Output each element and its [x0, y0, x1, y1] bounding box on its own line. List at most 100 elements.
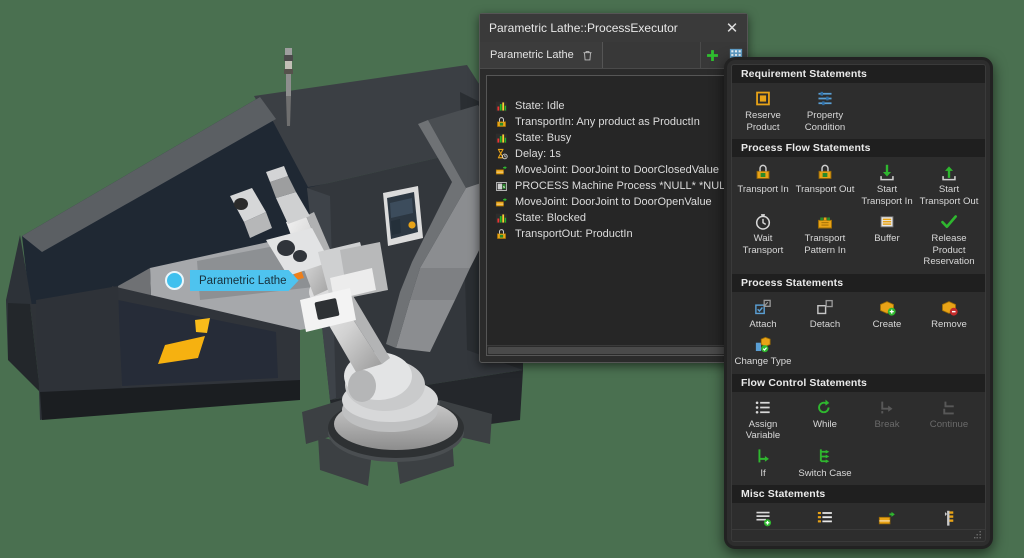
- statement-row[interactable]: MoveJoint: DoorJoint to DoorOpenValue: [487, 194, 740, 210]
- statement-text: TransportIn: Any product as ProductIn: [515, 116, 700, 128]
- start-transport-out-icon: [942, 166, 956, 181]
- svg-text:s: s: [503, 183, 505, 188]
- palette-group-grid: Attach Detach Create Remove Change Type: [732, 292, 985, 374]
- palette-item-label: Attach: [749, 318, 777, 330]
- palette-item-label: Release Product Reservation: [923, 233, 975, 267]
- palette-item-release-product-reservation[interactable]: Release Product Reservation: [918, 209, 980, 270]
- palette-item-label: Assign Variable: [745, 418, 781, 442]
- palette-item-transport-in[interactable]: Transport In: [732, 160, 794, 209]
- palette-item-if[interactable]: If: [732, 444, 794, 482]
- palette-group-header: Requirement Statements: [732, 65, 985, 83]
- palette-item-detach[interactable]: Detach: [794, 295, 856, 333]
- palette-item-wait-transport[interactable]: Wait Transport: [732, 209, 794, 270]
- palette-item-reserve-product[interactable]: Reserve Product: [732, 86, 794, 135]
- if-icon: [758, 448, 769, 462]
- transport-in-icon: [497, 116, 506, 127]
- transport-pattern-in-icon: [817, 217, 833, 229]
- palette-group-header: Flow Control Statements: [732, 373, 985, 392]
- horizontal-scrollbar[interactable]: [487, 345, 740, 355]
- while-icon: [818, 399, 830, 413]
- statement-row[interactable]: State: Blocked: [487, 210, 740, 226]
- process-icon: s: [496, 181, 507, 191]
- process-executor-title: Parametric Lathe::ProcessExecutor: [489, 21, 678, 35]
- palette-item-label: Remove: [931, 318, 967, 330]
- process-executor-body[interactable]: State: Idle TransportIn: Any product as P…: [486, 75, 741, 356]
- close-icon[interactable]: ✕: [721, 17, 743, 39]
- palette-item-assign-variable[interactable]: Assign Variable: [732, 395, 794, 444]
- statement-row[interactable]: State: Busy: [487, 130, 740, 146]
- statement-palette-scroll[interactable]: Requirement Statements Reserve Product Pro…: [732, 65, 985, 529]
- palette-item-buffer[interactable]: Buffer: [856, 209, 918, 270]
- statement-list[interactable]: State: Idle TransportIn: Any product as P…: [487, 76, 740, 345]
- statement-text: State: Idle: [515, 100, 565, 112]
- palette-item-label: Continue: [929, 418, 969, 430]
- palette-item-work[interactable]: Work: [918, 506, 980, 529]
- buffer-icon: [880, 216, 894, 228]
- palette-item-change-type[interactable]: Change Type: [732, 332, 794, 370]
- palette-item-label: Start Transport In: [861, 184, 913, 207]
- statement-text: State: Busy: [515, 132, 572, 144]
- resize-grip-icon[interactable]: [974, 531, 982, 539]
- statement-row[interactable]: MoveJoint: DoorJoint to DoorClosedValue: [487, 162, 740, 178]
- statement-row[interactable]: TransportOut: ProductIn: [487, 226, 740, 242]
- scene-object-label[interactable]: Parametric Lathe: [165, 270, 299, 291]
- break-icon: [881, 401, 893, 413]
- palette-item-label: Transport Out: [795, 184, 855, 195]
- add-tab-button[interactable]: [701, 42, 724, 68]
- palette-item-attach[interactable]: Attach: [732, 295, 794, 333]
- palette-item-select-products[interactable]: Select Products: [794, 506, 856, 529]
- palette-item-break: Break: [856, 395, 918, 444]
- palette-item-start-transport-out[interactable]: Start Transport Out: [918, 160, 980, 209]
- palette-item-label: Transport In: [737, 184, 789, 195]
- detach-icon: [817, 299, 833, 314]
- reserve-product-icon: [756, 91, 770, 106]
- statement-row[interactable]: State: Idle: [487, 98, 740, 114]
- statement-text: MoveJoint: DoorJoint to DoorClosedValue: [515, 164, 720, 176]
- transport-out-icon: [497, 228, 506, 239]
- work-icon: [944, 510, 954, 526]
- statement-text: PROCESS Machine Process *NULL* *NULL*: [515, 180, 736, 192]
- palette-item-property-condition[interactable]: Property Condition: [794, 86, 856, 135]
- attach-icon: [755, 299, 771, 314]
- process-executor-titlebar[interactable]: Parametric Lathe::ProcessExecutor ✕: [480, 14, 747, 42]
- scrollbar-thumb[interactable]: [488, 347, 731, 354]
- statement-row[interactable]: TransportIn: Any product as ProductIn: [487, 114, 740, 130]
- palette-item-continue: Continue: [918, 395, 980, 444]
- transport-out-icon: [818, 164, 832, 179]
- create-icon: [880, 300, 896, 316]
- statement-text: TransportOut: ProductIn: [515, 228, 633, 240]
- palette-item-label: Switch Case: [798, 467, 852, 479]
- palette-item-move-joint[interactable]: Move Joint: [856, 506, 918, 529]
- palette-group-header: Misc Statements: [732, 485, 985, 503]
- palette-group-grid: Assign Variable While Break Continue If Switc…: [732, 392, 985, 486]
- palette-item-remove[interactable]: Remove: [918, 295, 980, 333]
- palette-group-header: Process Statements: [732, 273, 985, 292]
- statement-row[interactable]: s PROCESS Machine Process *NULL* *NULL*: [487, 178, 740, 194]
- label-anchor-dot: [165, 271, 184, 290]
- property-condition-icon: [818, 91, 832, 106]
- process-executor-tabbar[interactable]: Parametric Lathe: [480, 42, 747, 69]
- palette-item-while[interactable]: While: [794, 395, 856, 444]
- palette-item-transport-pattern-in[interactable]: Transport Pattern In: [794, 209, 856, 270]
- start-transport-in-icon: [880, 164, 894, 181]
- trash-icon[interactable]: [581, 49, 594, 62]
- tab-parametric-lathe[interactable]: Parametric Lathe: [480, 42, 603, 68]
- statement-text: MoveJoint: DoorJoint to DoorOpenValue: [515, 196, 712, 208]
- statement-row[interactable]: Delay: 1s: [487, 146, 740, 162]
- palette-item-label: Wait Transport: [742, 233, 784, 256]
- palette-item-transport-out[interactable]: Transport Out: [794, 160, 856, 209]
- statement-palette-window[interactable]: Requirement Statements Reserve Product Pro…: [724, 57, 993, 549]
- process-executor-window[interactable]: Parametric Lathe::ProcessExecutor ✕ Para…: [479, 13, 748, 363]
- palette-item-label: Break: [874, 418, 900, 430]
- palette-item-label: Reserve Product: [745, 110, 781, 133]
- state-icon: [495, 101, 508, 111]
- palette-item-label: Transport Pattern In: [804, 233, 846, 256]
- palette-item-start-transport-in[interactable]: Start Transport In: [856, 160, 918, 209]
- statement-text: Delay: 1s: [515, 148, 561, 160]
- palette-item-label: Change Type: [734, 356, 792, 367]
- statement-palette-inner: Requirement Statements Reserve Product Pro…: [731, 64, 986, 542]
- palette-item-create[interactable]: Create: [856, 295, 918, 333]
- palette-item-append-to-list[interactable]: Append To List: [732, 506, 794, 529]
- palette-group-grid: Append To ListSelect ProductsMove JointW…: [732, 503, 985, 529]
- palette-item-switch-case[interactable]: Switch Case: [794, 444, 856, 482]
